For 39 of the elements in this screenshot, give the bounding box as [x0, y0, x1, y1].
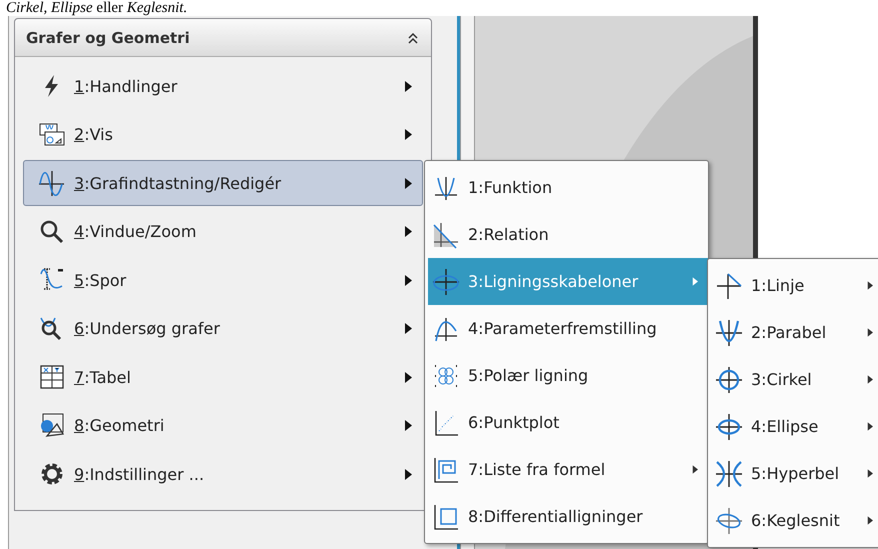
submenu-item[interactable]: 8:Differentialligninger — [428, 493, 708, 540]
parabola-icon — [715, 318, 743, 346]
submenu-item[interactable]: 2:Relation — [428, 211, 708, 258]
menu-item[interactable]: 6:Undersøg grafer — [23, 306, 423, 352]
submenu-item[interactable]: 1:Funktion — [428, 164, 708, 211]
table-icon — [38, 363, 66, 391]
circle-icon — [715, 366, 743, 394]
menu-item[interactable]: 1:Handlinger — [23, 63, 423, 109]
panel-title: Grafer og Geometri — [26, 28, 190, 46]
line-icon — [715, 272, 743, 300]
menu-item[interactable]: 2:Vis — [23, 112, 423, 158]
square-plot-icon — [432, 502, 460, 530]
menu-item[interactable]: 8:Geometri — [23, 402, 423, 448]
menu-item[interactable]: 5:Spor — [23, 257, 423, 303]
submenu-item[interactable]: 2:Parabel — [711, 309, 878, 356]
spiral-list-icon — [432, 456, 460, 484]
menu-item[interactable]: 3:Grafindtastning/Redigér — [23, 160, 423, 206]
caption-text: Cirkel, Ellipse eller Keglesnit. — [5, 0, 188, 16]
submenu-item[interactable]: 1:Linje — [711, 262, 878, 309]
view-windows-icon — [38, 120, 66, 148]
shaded-region-icon — [432, 220, 460, 248]
conic-icon — [715, 506, 743, 534]
ellipse-icon — [715, 412, 743, 440]
submenu-item[interactable]: 7:Liste fra formel — [428, 446, 708, 493]
ellipse-crosshair-icon — [432, 268, 460, 296]
submenu-item[interactable]: 3:Cirkel — [711, 356, 878, 403]
sine-graph-icon — [38, 169, 66, 197]
submenu-item[interactable]: 4:Ellipse — [711, 403, 878, 450]
submenu-item[interactable]: 5:Polær ligning — [428, 352, 708, 399]
submenu-item[interactable]: 6:Keglesnit — [711, 497, 878, 544]
menu-item[interactable]: 7:Tabel — [23, 354, 423, 400]
submenu-item[interactable]: 5:Hyperbel — [711, 450, 878, 497]
menu-item[interactable]: 4:Vindue/Zoom — [23, 208, 423, 254]
hyperbola-icon — [715, 460, 743, 488]
geometry-icon — [38, 412, 66, 440]
menu-item[interactable]: 9:Indstillinger ... — [23, 451, 423, 497]
submenu-item[interactable]: 4:Parameterfremstilling — [428, 305, 708, 352]
collapse-icon[interactable] — [407, 32, 419, 44]
submenu-item[interactable]: 6:Punktplot — [428, 399, 708, 446]
